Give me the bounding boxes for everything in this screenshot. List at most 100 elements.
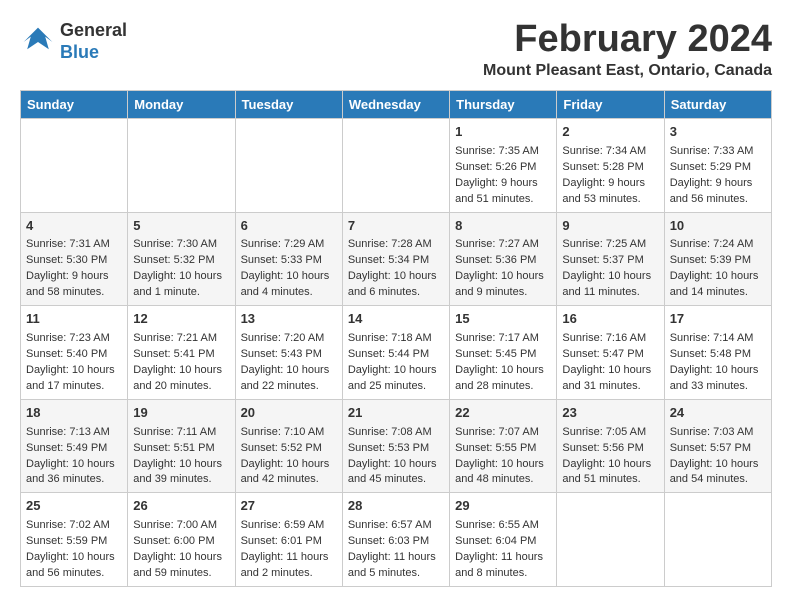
calendar-cell: 11 Sunrise: 7:23 AM Sunset: 5:40 PM Dayli… (21, 306, 128, 400)
calendar-cell: 7Sunrise: 7:28 AM Sunset: 5:34 PM Daylig… (342, 212, 449, 306)
day-number: 14 (348, 310, 444, 329)
day-info: Sunrise: 7:33 AM Sunset: 5:29 PM Dayligh… (670, 144, 766, 208)
day-info: Sunrise: 7:00 AM Sunset: 6:00 PM Dayligh… (133, 518, 229, 582)
calendar-cell: 24 Sunrise: 7:03 AM Sunset: 5:57 PM Dayli… (664, 399, 771, 493)
day-info: Sunrise: 7:24 AM Sunset: 5:39 PM Dayligh… (670, 237, 766, 301)
calendar-cell (235, 119, 342, 213)
day-info: Sunrise: 7:11 AM Sunset: 5:51 PM Dayligh… (133, 425, 229, 489)
col-header-friday: Friday (557, 91, 664, 119)
calendar-cell: 4Sunrise: 7:31 AM Sunset: 5:30 PM Daylig… (21, 212, 128, 306)
calendar-cell (342, 119, 449, 213)
day-number: 2 (562, 123, 658, 142)
calendar-cell (557, 493, 664, 587)
day-number: 19 (133, 404, 229, 423)
calendar-week-5: 25 Sunrise: 7:02 AM Sunset: 5:59 PM Dayli… (21, 493, 772, 587)
calendar-cell: 25 Sunrise: 7:02 AM Sunset: 5:59 PM Dayli… (21, 493, 128, 587)
page-header: General Blue February 2024 Mount Pleasan… (20, 20, 772, 80)
calendar-cell (128, 119, 235, 213)
col-header-sunday: Sunday (21, 91, 128, 119)
day-number: 17 (670, 310, 766, 329)
day-number: 1 (455, 123, 551, 142)
day-info: Sunrise: 7:17 AM Sunset: 5:45 PM Dayligh… (455, 331, 551, 395)
calendar-cell (21, 119, 128, 213)
calendar-cell: 10Sunrise: 7:24 AM Sunset: 5:39 PM Dayli… (664, 212, 771, 306)
day-info: Sunrise: 7:35 AM Sunset: 5:26 PM Dayligh… (455, 144, 551, 208)
day-info: Sunrise: 7:20 AM Sunset: 5:43 PM Dayligh… (241, 331, 337, 395)
day-number: 29 (455, 497, 551, 516)
day-number: 13 (241, 310, 337, 329)
day-info: Sunrise: 7:34 AM Sunset: 5:28 PM Dayligh… (562, 144, 658, 208)
calendar-cell: 6Sunrise: 7:29 AM Sunset: 5:33 PM Daylig… (235, 212, 342, 306)
day-info: Sunrise: 6:59 AM Sunset: 6:01 PM Dayligh… (241, 518, 337, 582)
day-number: 28 (348, 497, 444, 516)
day-number: 3 (670, 123, 766, 142)
col-header-tuesday: Tuesday (235, 91, 342, 119)
day-number: 16 (562, 310, 658, 329)
calendar-cell (664, 493, 771, 587)
calendar-table: SundayMondayTuesdayWednesdayThursdayFrid… (20, 90, 772, 587)
calendar-cell: 22Sunrise: 7:07 AM Sunset: 5:55 PM Dayli… (450, 399, 557, 493)
col-header-monday: Monday (128, 91, 235, 119)
calendar-cell: 29 Sunrise: 6:55 AM Sunset: 6:04 PM Dayli… (450, 493, 557, 587)
calendar-cell: 20Sunrise: 7:10 AM Sunset: 5:52 PM Dayli… (235, 399, 342, 493)
calendar-cell: 18Sunrise: 7:13 AM Sunset: 5:49 PM Dayli… (21, 399, 128, 493)
calendar-cell: 5Sunrise: 7:30 AM Sunset: 5:32 PM Daylig… (128, 212, 235, 306)
calendar-cell: 1 Sunrise: 7:35 AM Sunset: 5:26 PM Daylig… (450, 119, 557, 213)
calendar-week-3: 11 Sunrise: 7:23 AM Sunset: 5:40 PM Dayli… (21, 306, 772, 400)
day-info: Sunrise: 7:21 AM Sunset: 5:41 PM Dayligh… (133, 331, 229, 395)
calendar-cell: 16 Sunrise: 7:16 AM Sunset: 5:47 PM Dayli… (557, 306, 664, 400)
calendar-cell: 14 Sunrise: 7:18 AM Sunset: 5:44 PM Dayli… (342, 306, 449, 400)
calendar-cell: 9Sunrise: 7:25 AM Sunset: 5:37 PM Daylig… (557, 212, 664, 306)
day-number: 21 (348, 404, 444, 423)
day-number: 23 (562, 404, 658, 423)
col-header-wednesday: Wednesday (342, 91, 449, 119)
day-info: Sunrise: 7:13 AM Sunset: 5:49 PM Dayligh… (26, 425, 122, 489)
day-info: Sunrise: 7:25 AM Sunset: 5:37 PM Dayligh… (562, 237, 658, 301)
calendar-cell: 15 Sunrise: 7:17 AM Sunset: 5:45 PM Dayli… (450, 306, 557, 400)
calendar-week-2: 4Sunrise: 7:31 AM Sunset: 5:30 PM Daylig… (21, 212, 772, 306)
day-info: Sunrise: 7:05 AM Sunset: 5:56 PM Dayligh… (562, 425, 658, 489)
day-number: 8 (455, 217, 551, 236)
day-number: 26 (133, 497, 229, 516)
day-info: Sunrise: 7:16 AM Sunset: 5:47 PM Dayligh… (562, 331, 658, 395)
calendar-cell: 12 Sunrise: 7:21 AM Sunset: 5:41 PM Dayli… (128, 306, 235, 400)
col-header-saturday: Saturday (664, 91, 771, 119)
logo-text: General Blue (60, 20, 127, 63)
day-info: Sunrise: 7:29 AM Sunset: 5:33 PM Dayligh… (241, 237, 337, 301)
calendar-cell: 2 Sunrise: 7:34 AM Sunset: 5:28 PM Daylig… (557, 119, 664, 213)
day-info: Sunrise: 7:23 AM Sunset: 5:40 PM Dayligh… (26, 331, 122, 395)
day-info: Sunrise: 7:30 AM Sunset: 5:32 PM Dayligh… (133, 237, 229, 301)
title-block: February 2024 Mount Pleasant East, Ontar… (483, 20, 772, 80)
logo: General Blue (20, 20, 127, 63)
day-number: 4 (26, 217, 122, 236)
day-info: Sunrise: 6:55 AM Sunset: 6:04 PM Dayligh… (455, 518, 551, 582)
calendar-cell: 8Sunrise: 7:27 AM Sunset: 5:36 PM Daylig… (450, 212, 557, 306)
day-number: 9 (562, 217, 658, 236)
day-number: 27 (241, 497, 337, 516)
location-subtitle: Mount Pleasant East, Ontario, Canada (483, 62, 772, 80)
day-number: 20 (241, 404, 337, 423)
day-number: 11 (26, 310, 122, 329)
day-info: Sunrise: 7:27 AM Sunset: 5:36 PM Dayligh… (455, 237, 551, 301)
day-number: 24 (670, 404, 766, 423)
day-number: 12 (133, 310, 229, 329)
month-title: February 2024 (483, 20, 772, 58)
day-info: Sunrise: 6:57 AM Sunset: 6:03 PM Dayligh… (348, 518, 444, 582)
day-number: 22 (455, 404, 551, 423)
day-number: 7 (348, 217, 444, 236)
calendar-cell: 26 Sunrise: 7:00 AM Sunset: 6:00 PM Dayli… (128, 493, 235, 587)
calendar-header-row: SundayMondayTuesdayWednesdayThursdayFrid… (21, 91, 772, 119)
day-number: 15 (455, 310, 551, 329)
calendar-week-1: 1 Sunrise: 7:35 AM Sunset: 5:26 PM Daylig… (21, 119, 772, 213)
calendar-cell: 17Sunrise: 7:14 AM Sunset: 5:48 PM Dayli… (664, 306, 771, 400)
calendar-cell: 21Sunrise: 7:08 AM Sunset: 5:53 PM Dayli… (342, 399, 449, 493)
day-number: 25 (26, 497, 122, 516)
day-info: Sunrise: 7:03 AM Sunset: 5:57 PM Dayligh… (670, 425, 766, 489)
calendar-cell: 28 Sunrise: 6:57 AM Sunset: 6:03 PM Dayli… (342, 493, 449, 587)
day-number: 5 (133, 217, 229, 236)
day-info: Sunrise: 7:02 AM Sunset: 5:59 PM Dayligh… (26, 518, 122, 582)
day-info: Sunrise: 7:28 AM Sunset: 5:34 PM Dayligh… (348, 237, 444, 301)
calendar-cell: 3 Sunrise: 7:33 AM Sunset: 5:29 PM Daylig… (664, 119, 771, 213)
col-header-thursday: Thursday (450, 91, 557, 119)
day-info: Sunrise: 7:18 AM Sunset: 5:44 PM Dayligh… (348, 331, 444, 395)
